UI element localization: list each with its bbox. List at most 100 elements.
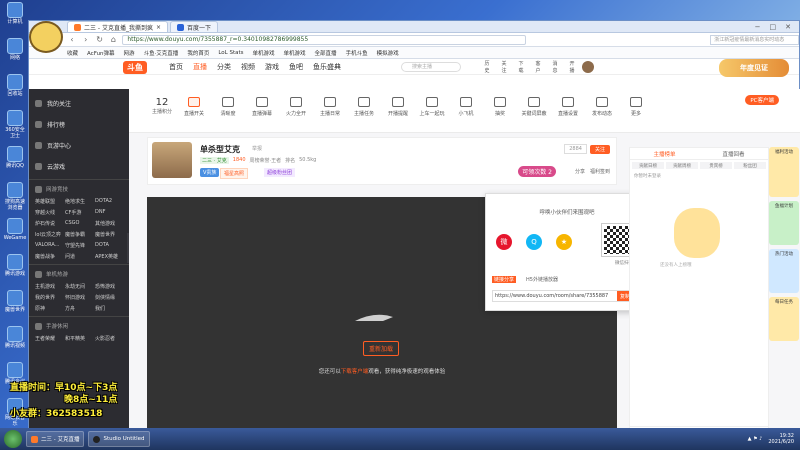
toolbar-item[interactable]: 更多 <box>619 97 653 117</box>
clock[interactable]: 19:32 2021/6/20 <box>768 433 794 445</box>
bookmark[interactable]: 单机游戏 <box>253 49 275 57</box>
anchor-points[interactable]: 12 主播积分 <box>147 97 177 115</box>
category-link[interactable]: 魔兽世界 <box>95 231 123 238</box>
category-link[interactable]: CSGO <box>65 220 93 227</box>
bookmark[interactable]: 斗鱼·艾克直播 <box>144 49 179 57</box>
nav-item[interactable]: 首页 <box>169 62 183 72</box>
tab-active[interactable]: 二三 - 艾克直播_我撕到疯 × <box>67 21 169 32</box>
qzone-icon[interactable]: ★ <box>556 234 572 250</box>
desktop-icon[interactable]: 腾讯游戏 <box>3 254 27 277</box>
category-link[interactable]: lol云顶之弈 <box>35 231 63 238</box>
desktop-icon[interactable]: 计算机 <box>3 2 27 25</box>
bookmark[interactable]: AcFun弹幕 <box>87 49 115 57</box>
ad-banner[interactable]: 每日任务 <box>769 297 799 341</box>
tray-icons[interactable]: ▲ ⚑ ♪ <box>748 436 763 442</box>
category-link[interactable]: 剑侠情缘 <box>95 294 123 301</box>
browser-search-input[interactable]: 浙江新冠疫情最新消息实时动态 <box>710 34 799 45</box>
subtab[interactable]: 贡献日榜 <box>632 162 664 169</box>
reload-button[interactable]: 重新加载 <box>363 341 400 356</box>
toolbar-item[interactable]: 开播提醒 <box>381 97 415 117</box>
category-link[interactable]: 王者荣耀 <box>35 335 63 342</box>
close-button[interactable]: ✕ <box>785 23 791 31</box>
category-link[interactable]: 和平精英 <box>65 335 93 342</box>
qq-icon[interactable]: Q <box>526 234 542 250</box>
forward-icon[interactable]: › <box>81 35 91 44</box>
category-link[interactable]: 魔兽战争 <box>35 253 63 260</box>
nav-item[interactable]: 鱼乐盛典 <box>313 62 341 72</box>
category-link[interactable]: 主机游戏 <box>35 283 63 290</box>
desktop-icon[interactable]: 网络 <box>3 38 27 61</box>
bookmark[interactable]: 网游 <box>124 49 135 57</box>
share-url-input[interactable]: https://www.douyu.com/room/share/7355887 <box>493 293 617 299</box>
bookmark[interactable]: 全部直播 <box>315 49 337 57</box>
category-link[interactable]: CF手游 <box>65 209 93 216</box>
tab-anchor-rank[interactable]: 主播榜单 <box>630 148 699 159</box>
bookmark[interactable]: 我的首页 <box>187 49 209 57</box>
bookmark[interactable]: 单机游戏 <box>284 49 306 57</box>
site-search-input[interactable]: 搜索主播 <box>401 61 461 72</box>
claim-badge[interactable]: 可领次数 2 <box>518 166 556 177</box>
client-icon[interactable]: 客户 <box>534 60 542 74</box>
nav-item-active[interactable]: 直播 <box>193 62 207 72</box>
follow-button[interactable]: 关注 <box>589 144 610 154</box>
subtab[interactable]: 贡献周榜 <box>666 162 698 169</box>
toolbar-item[interactable]: 直播设置 <box>551 97 585 117</box>
category-link[interactable]: 方舟 <box>65 305 93 312</box>
sidebar-item-follow[interactable]: 我的关注 <box>29 93 129 114</box>
desktop-icon[interactable]: 回收站 <box>3 74 27 97</box>
nav-item[interactable]: 视频 <box>241 62 255 72</box>
message-icon[interactable]: 消息 <box>551 60 559 74</box>
toolbar-item[interactable]: 发布动态 <box>585 97 619 117</box>
sidebar-item-webgame[interactable]: 页游中心 <box>29 135 129 156</box>
broadcast-icon[interactable]: 开播 <box>568 60 576 74</box>
category-link[interactable]: 怀旧游戏 <box>65 294 93 301</box>
taskbar-item[interactable]: Studio Untitled <box>88 431 150 447</box>
promo-badge[interactable]: 年度见证 <box>719 59 789 77</box>
ad-banner[interactable]: 热门活动 <box>769 249 799 293</box>
address-input[interactable]: https://www.douyu.com/7355887_r=0.340109… <box>122 34 527 45</box>
category-link[interactable]: 火影忍者 <box>95 335 123 342</box>
category-link[interactable]: DOTA2 <box>95 198 123 205</box>
toolbar-item[interactable]: 直播弹幕 <box>245 97 279 117</box>
tab-h5-player[interactable]: H5外链播放器 <box>526 276 558 283</box>
checkin-link[interactable]: 福利签到 <box>590 168 610 175</box>
ad-banner[interactable]: 鱼福计划 <box>769 201 799 245</box>
nav-item[interactable]: 分类 <box>217 62 231 72</box>
sidebar-item-cloudgame[interactable]: 云游戏 <box>29 156 129 177</box>
download-client-link[interactable]: 下载客户端 <box>341 369 369 375</box>
bookmark[interactable]: LoL Stats <box>218 50 243 56</box>
activity-badge[interactable]: 福星高照 <box>220 168 249 179</box>
category-link[interactable]: VALORA... <box>35 242 63 249</box>
toolbar-item[interactable]: 抽奖 <box>483 97 517 117</box>
user-avatar[interactable] <box>582 60 594 73</box>
category-link[interactable]: 其他游戏 <box>95 220 123 227</box>
refresh-icon[interactable]: ↻ <box>95 35 105 44</box>
follow-icon[interactable]: 关注 <box>500 60 508 74</box>
category-link[interactable]: 问道 <box>65 253 93 260</box>
category-link[interactable]: 穿越火线 <box>35 209 63 216</box>
sidebar-item-rank[interactable]: 排行榜 <box>29 114 129 135</box>
desktop-icon[interactable]: 腾讯视频 <box>3 326 27 349</box>
desktop-icon[interactable]: 搜狗高速浏览器 <box>3 182 27 211</box>
category-link[interactable]: 恐怖游戏 <box>95 283 123 290</box>
maximize-button[interactable]: □ <box>770 23 777 31</box>
subtab[interactable]: 粉丝团 <box>734 162 766 169</box>
share-link[interactable]: 分享 <box>575 168 585 175</box>
toolbar-item[interactable]: 小飞机 <box>449 97 483 117</box>
category-link[interactable]: 炉石传说 <box>35 220 63 227</box>
start-button[interactable] <box>4 430 22 448</box>
pc-client-button[interactable]: PC客户端 <box>745 95 779 105</box>
desktop-icon[interactable]: 360安全卫士 <box>3 110 27 139</box>
category-link[interactable]: DOTA <box>95 242 123 249</box>
toolbar-item[interactable]: 主播任务 <box>347 97 381 117</box>
nav-item[interactable]: 游戏 <box>265 62 279 72</box>
desktop-icon[interactable]: 腾讯QQ <box>3 146 27 169</box>
category-link[interactable]: APEX英雄 <box>95 253 123 260</box>
minimize-button[interactable]: − <box>755 23 761 31</box>
category-link[interactable]: 原神 <box>35 305 63 312</box>
nav-item[interactable]: 鱼吧 <box>289 62 303 72</box>
taskbar-item[interactable]: 二三 - 艾克直播 <box>26 431 85 447</box>
category-link[interactable]: 魔兽争霸 <box>65 231 93 238</box>
vip-badge[interactable]: V贵族 <box>200 168 220 177</box>
desktop-icon[interactable]: WeGame <box>3 218 27 241</box>
